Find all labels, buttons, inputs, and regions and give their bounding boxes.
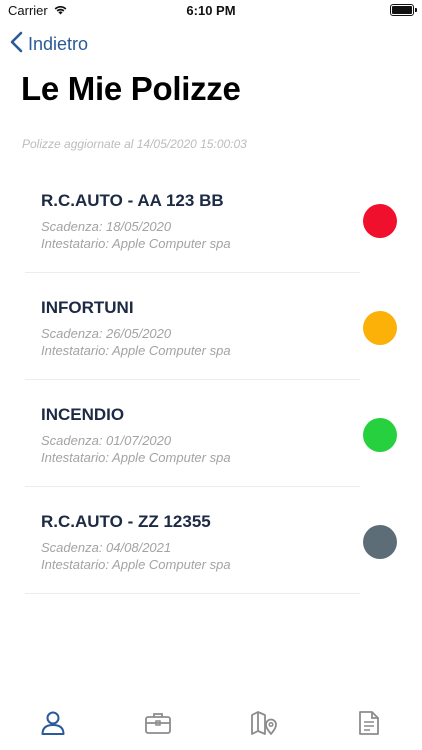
policy-holder: Intestatario: Apple Computer spa (41, 450, 231, 465)
policy-list: R.C.AUTO - AA 123 BB Scadenza: 18/05/202… (0, 166, 422, 594)
tab-policies[interactable] (138, 705, 178, 745)
tab-documents[interactable] (349, 705, 389, 745)
policy-expiry: Scadenza: 26/05/2020 (41, 326, 172, 341)
status-dot (363, 418, 397, 452)
status-bar: Carrier 6:10 PM (0, 0, 422, 22)
back-label: Indietro (28, 33, 89, 54)
document-icon (358, 710, 380, 741)
policy-name: R.C.AUTO - ZZ 12355 (41, 512, 211, 531)
policy-holder: Intestatario: Apple Computer spa (41, 343, 231, 358)
status-dot (363, 525, 397, 559)
policy-expiry: Scadenza: 01/07/2020 (41, 433, 172, 448)
back-button[interactable]: Indietro (10, 30, 88, 58)
policy-item[interactable]: INFORTUNI Scadenza: 26/05/2020 Intestata… (0, 273, 422, 380)
battery-icon (390, 4, 417, 16)
status-dot (363, 204, 397, 238)
briefcase-icon (144, 711, 172, 740)
chevron-left-icon (10, 31, 23, 58)
screen: Carrier 6:10 PM Indietro Le Mie Polizze … (0, 0, 422, 750)
status-time: 6:10 PM (186, 3, 236, 18)
policy-expiry: Scadenza: 04/08/2021 (41, 540, 172, 555)
divider (25, 593, 360, 594)
page-title: Le Mie Polizze (21, 70, 241, 107)
status-dot (363, 311, 397, 345)
policy-name: INFORTUNI (41, 298, 134, 317)
policy-item[interactable]: R.C.AUTO - AA 123 BB Scadenza: 18/05/202… (0, 166, 422, 273)
map-pin-icon (250, 710, 278, 741)
policy-item[interactable]: R.C.AUTO - ZZ 12355 Scadenza: 04/08/2021… (0, 487, 422, 594)
policy-item[interactable]: INCENDIO Scadenza: 01/07/2020 Intestatar… (0, 380, 422, 487)
policy-name: R.C.AUTO - AA 123 BB (41, 191, 224, 210)
updated-note: Polizze aggiornate al 14/05/2020 15:00:0… (22, 137, 247, 151)
policy-holder: Intestatario: Apple Computer spa (41, 557, 231, 572)
tab-map[interactable] (244, 705, 284, 745)
user-icon (40, 710, 66, 741)
policy-holder: Intestatario: Apple Computer spa (41, 236, 231, 251)
policy-expiry: Scadenza: 18/05/2020 (41, 219, 172, 234)
tab-profile[interactable] (33, 705, 73, 745)
tab-bar (0, 700, 422, 750)
policy-name: INCENDIO (41, 405, 125, 424)
